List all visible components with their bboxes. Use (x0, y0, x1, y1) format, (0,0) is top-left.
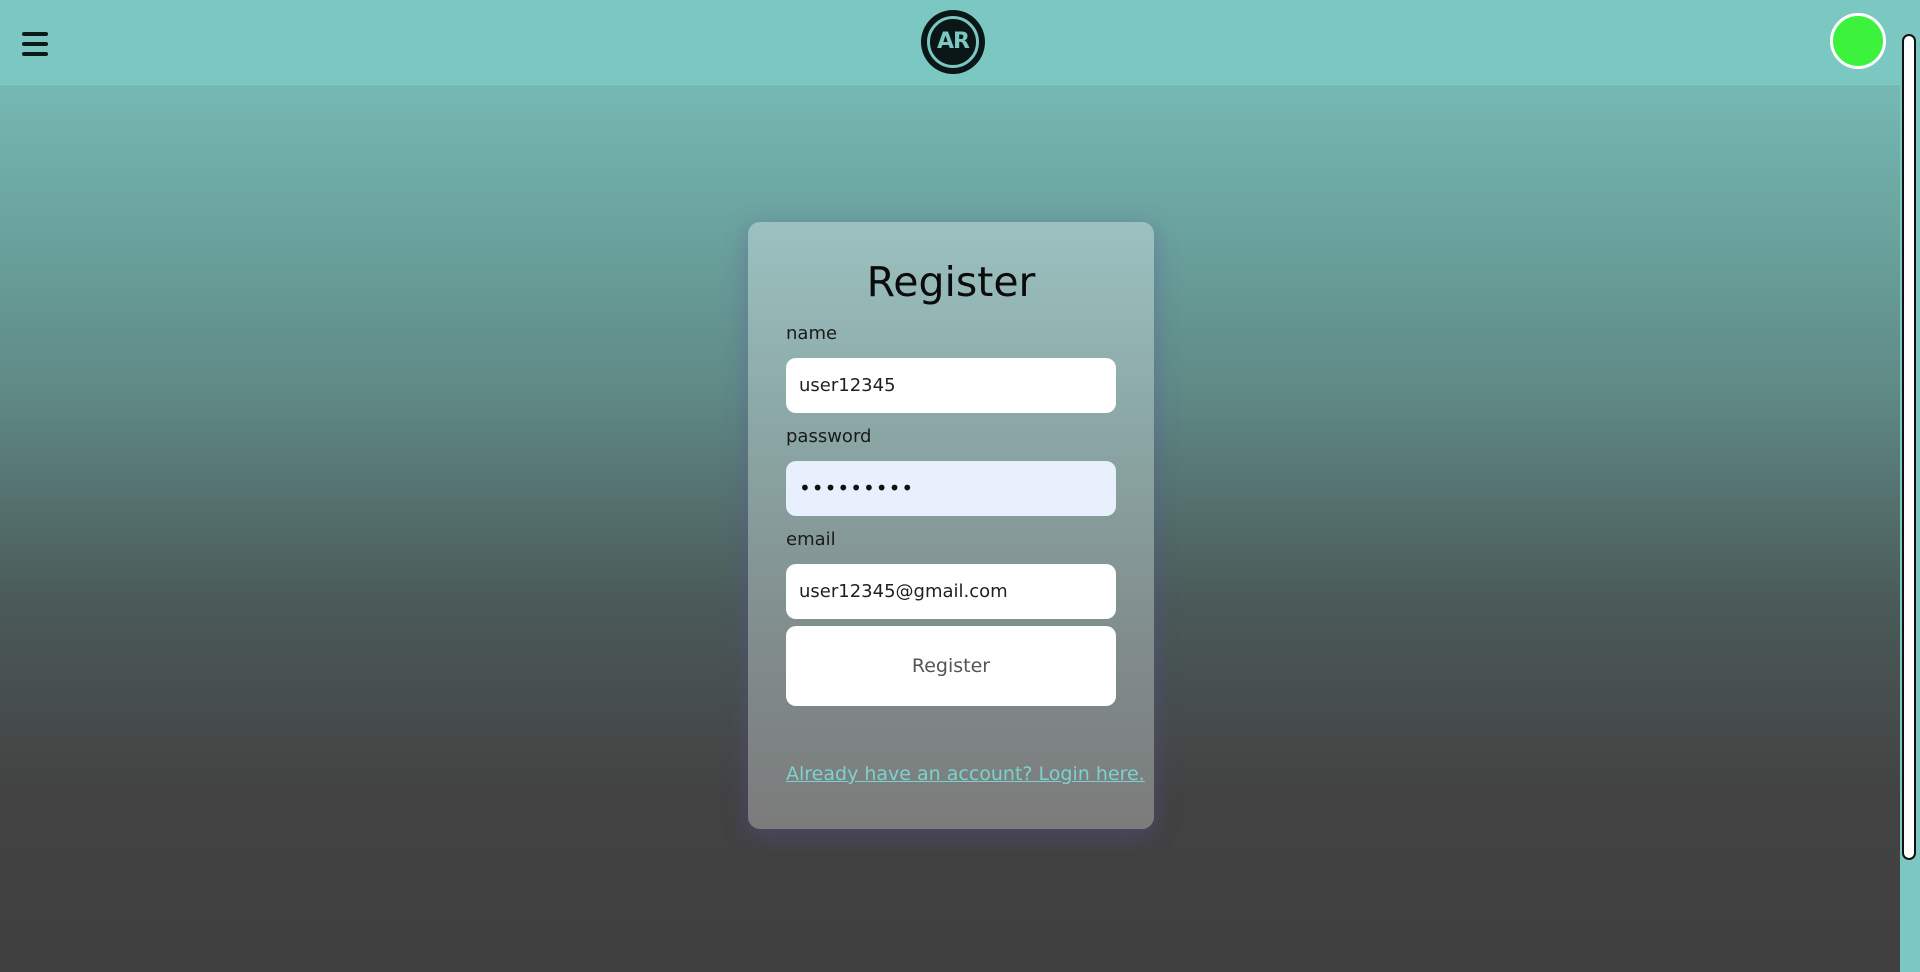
register-card: Register name user12345 password •••••••… (748, 222, 1154, 829)
email-field[interactable]: user12345@gmail.com (786, 564, 1116, 619)
scrollbar[interactable] (1900, 0, 1920, 972)
logo-text: AR (937, 29, 970, 54)
password-field[interactable]: ••••••••• (786, 461, 1116, 516)
logo[interactable]: AR (921, 10, 985, 74)
name-label: name (786, 323, 838, 344)
page-title: Register (866, 258, 1036, 306)
name-field[interactable]: user12345 (786, 358, 1116, 413)
hamburger-menu-icon[interactable] (22, 32, 48, 56)
status-indicator[interactable] (1830, 13, 1886, 69)
login-link[interactable]: Already have an account? Login here. (786, 763, 1145, 785)
email-label: email (786, 529, 836, 550)
page: AR Register name user12345 password ••••… (0, 0, 1920, 972)
top-bar: AR (0, 0, 1900, 85)
scrollbar-thumb[interactable] (1902, 34, 1916, 860)
register-button[interactable]: Register (786, 626, 1116, 706)
password-label: password (786, 426, 872, 447)
